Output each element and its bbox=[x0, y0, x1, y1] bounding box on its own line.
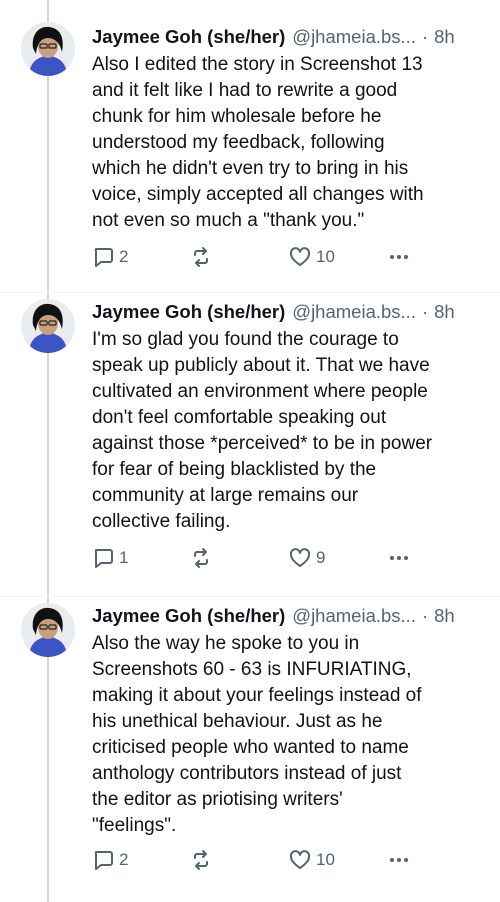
post-text-line: anthology contributors instead of just bbox=[92, 763, 402, 784]
post-text-line: Also the way he spoke to you in bbox=[92, 633, 360, 654]
more-button[interactable] bbox=[388, 246, 410, 268]
post-text-line: which he didn't even try to bring in his bbox=[92, 158, 409, 179]
separator-dot: · bbox=[421, 26, 429, 47]
separator-dot: · bbox=[421, 605, 429, 626]
post-text-line: making it about your feelings instead of bbox=[92, 685, 422, 706]
like-count: 10 bbox=[316, 850, 335, 869]
post-text-line: collective failing. bbox=[92, 511, 231, 532]
more-button[interactable] bbox=[388, 547, 410, 569]
repost-button[interactable] bbox=[190, 246, 212, 268]
author-name[interactable]: Jaymee Goh (she/her) bbox=[92, 26, 285, 48]
post-text-line: and it felt like I had to rewrite a good bbox=[92, 80, 398, 101]
post-timestamp[interactable]: 8h bbox=[434, 301, 455, 323]
post[interactable]: Jaymee Goh (she/her) @jhameia.bs... · 8h… bbox=[0, 18, 500, 293]
post-actions: 1 9 bbox=[92, 547, 422, 573]
reply-count: 2 bbox=[119, 247, 129, 266]
more-icon bbox=[390, 556, 408, 560]
avatar[interactable] bbox=[21, 22, 75, 76]
author-handle[interactable]: @jhameia.bs... bbox=[292, 301, 416, 323]
post-text-line: speak up publicly about it. That we have bbox=[92, 355, 430, 376]
author-handle[interactable]: @jhameia.bs... bbox=[292, 605, 416, 627]
post-text-line: the editor as priotising writers' bbox=[92, 789, 343, 810]
heart-icon bbox=[289, 247, 311, 266]
reply-count: 1 bbox=[119, 548, 129, 567]
separator-dot: · bbox=[421, 301, 429, 322]
post-text-line: his unethical behaviour. Just as he bbox=[92, 711, 383, 732]
post-actions: 2 10 bbox=[92, 246, 422, 272]
avatar[interactable] bbox=[21, 299, 75, 353]
reply-button[interactable]: 1 bbox=[92, 547, 128, 569]
heart-icon bbox=[289, 548, 311, 567]
author-handle[interactable]: @jhameia.bs... bbox=[292, 26, 416, 48]
post-text-line: cultivated an environment where people bbox=[92, 381, 428, 402]
post-text-line: Also I edited the story in Screenshot 13 bbox=[92, 54, 423, 75]
repost-button[interactable] bbox=[190, 849, 212, 871]
post-text-line: don't feel comfortable speaking out bbox=[92, 407, 387, 428]
reply-icon bbox=[94, 549, 113, 568]
reply-button[interactable]: 2 bbox=[92, 849, 128, 871]
like-count: 9 bbox=[316, 548, 326, 567]
reply-count: 2 bbox=[119, 850, 129, 869]
repost-icon bbox=[194, 850, 208, 870]
repost-button[interactable] bbox=[190, 547, 212, 569]
post-actions: 2 10 bbox=[92, 849, 422, 875]
like-button[interactable]: 10 bbox=[289, 849, 335, 871]
post[interactable]: Jaymee Goh (she/her) @jhameia.bs... · 8h… bbox=[0, 293, 500, 597]
like-button[interactable]: 10 bbox=[289, 246, 335, 268]
post-text-line: not even so much a "thank you." bbox=[92, 210, 365, 231]
post-text-line: criticised people who wanted to name bbox=[92, 737, 409, 758]
post-timestamp[interactable]: 8h bbox=[434, 605, 455, 627]
repost-icon bbox=[194, 548, 208, 568]
post-text: I'm so glad you found the courage to spe… bbox=[92, 327, 487, 535]
author-name[interactable]: Jaymee Goh (she/her) bbox=[92, 605, 285, 627]
post-text-line: for fear of being blacklisted by the bbox=[92, 459, 377, 480]
reply-button[interactable]: 2 bbox=[92, 246, 128, 268]
post-text-line: I'm so glad you found the courage to bbox=[92, 329, 399, 350]
repost-icon bbox=[194, 247, 208, 267]
heart-icon bbox=[289, 850, 311, 869]
reply-icon bbox=[94, 248, 113, 267]
post-text: Also the way he spoke to you in Screensh… bbox=[92, 631, 487, 839]
author-name[interactable]: Jaymee Goh (she/her) bbox=[92, 301, 285, 323]
post-timestamp[interactable]: 8h bbox=[434, 26, 455, 48]
post-text-line: understood my feedback, following bbox=[92, 132, 385, 153]
more-button[interactable] bbox=[388, 849, 410, 871]
post-text-line: chunk for him wholesale before he bbox=[92, 106, 382, 127]
reply-icon bbox=[94, 851, 113, 870]
like-button[interactable]: 9 bbox=[289, 547, 325, 569]
post-text: Also I edited the story in Screenshot 13… bbox=[92, 52, 487, 234]
avatar[interactable] bbox=[21, 603, 75, 657]
post-text-line: against those *perceived* to be in power bbox=[92, 433, 433, 454]
post[interactable]: Jaymee Goh (she/her) @jhameia.bs... · 8h… bbox=[0, 597, 500, 899]
post-text-line: voice, simply accepted all changes with bbox=[92, 184, 424, 205]
post-text-line: community at large remains our bbox=[92, 485, 359, 506]
more-icon bbox=[390, 858, 408, 862]
post-text-line: Screenshots 60 - 63 is INFURIATING, bbox=[92, 659, 412, 680]
post-text-line: "feelings". bbox=[92, 815, 177, 836]
more-icon bbox=[390, 255, 408, 259]
like-count: 10 bbox=[316, 247, 335, 266]
